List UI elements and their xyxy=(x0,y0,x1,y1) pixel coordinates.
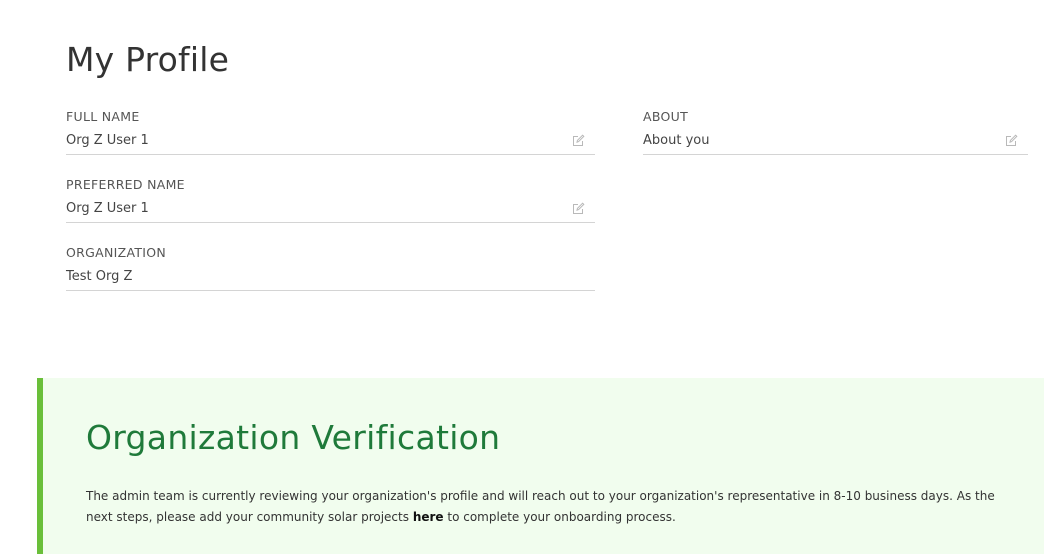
edit-icon[interactable] xyxy=(572,202,585,215)
edit-icon[interactable] xyxy=(572,134,585,147)
organization-value: Test Org Z xyxy=(66,269,133,284)
edit-icon[interactable] xyxy=(1005,134,1018,147)
organization-field: ORGANIZATION Test Org Z xyxy=(66,245,595,291)
verification-title: Organization Verification xyxy=(86,418,501,457)
organization-verification-panel: Organization Verification The admin team… xyxy=(37,378,1044,554)
organization-label: ORGANIZATION xyxy=(66,245,167,260)
preferred-name-field[interactable]: PREFERRED NAME Org Z User 1 xyxy=(66,177,595,223)
profile-page: My Profile FULL NAME Org Z User 1 PREFER… xyxy=(0,0,1044,554)
full-name-field[interactable]: FULL NAME Org Z User 1 xyxy=(66,109,595,155)
full-name-label: FULL NAME xyxy=(66,109,140,124)
preferred-name-value: Org Z User 1 xyxy=(66,201,149,216)
about-field[interactable]: ABOUT About you xyxy=(643,109,1028,155)
page-title: My Profile xyxy=(66,40,230,79)
verification-text-after: to complete your onboarding process. xyxy=(443,510,676,524)
add-projects-link[interactable]: here xyxy=(413,510,444,524)
verification-message: The admin team is currently reviewing yo… xyxy=(86,486,1006,528)
preferred-name-label: PREFERRED NAME xyxy=(66,177,185,192)
about-label: ABOUT xyxy=(643,109,689,124)
about-value: About you xyxy=(643,133,710,148)
full-name-value: Org Z User 1 xyxy=(66,133,149,148)
